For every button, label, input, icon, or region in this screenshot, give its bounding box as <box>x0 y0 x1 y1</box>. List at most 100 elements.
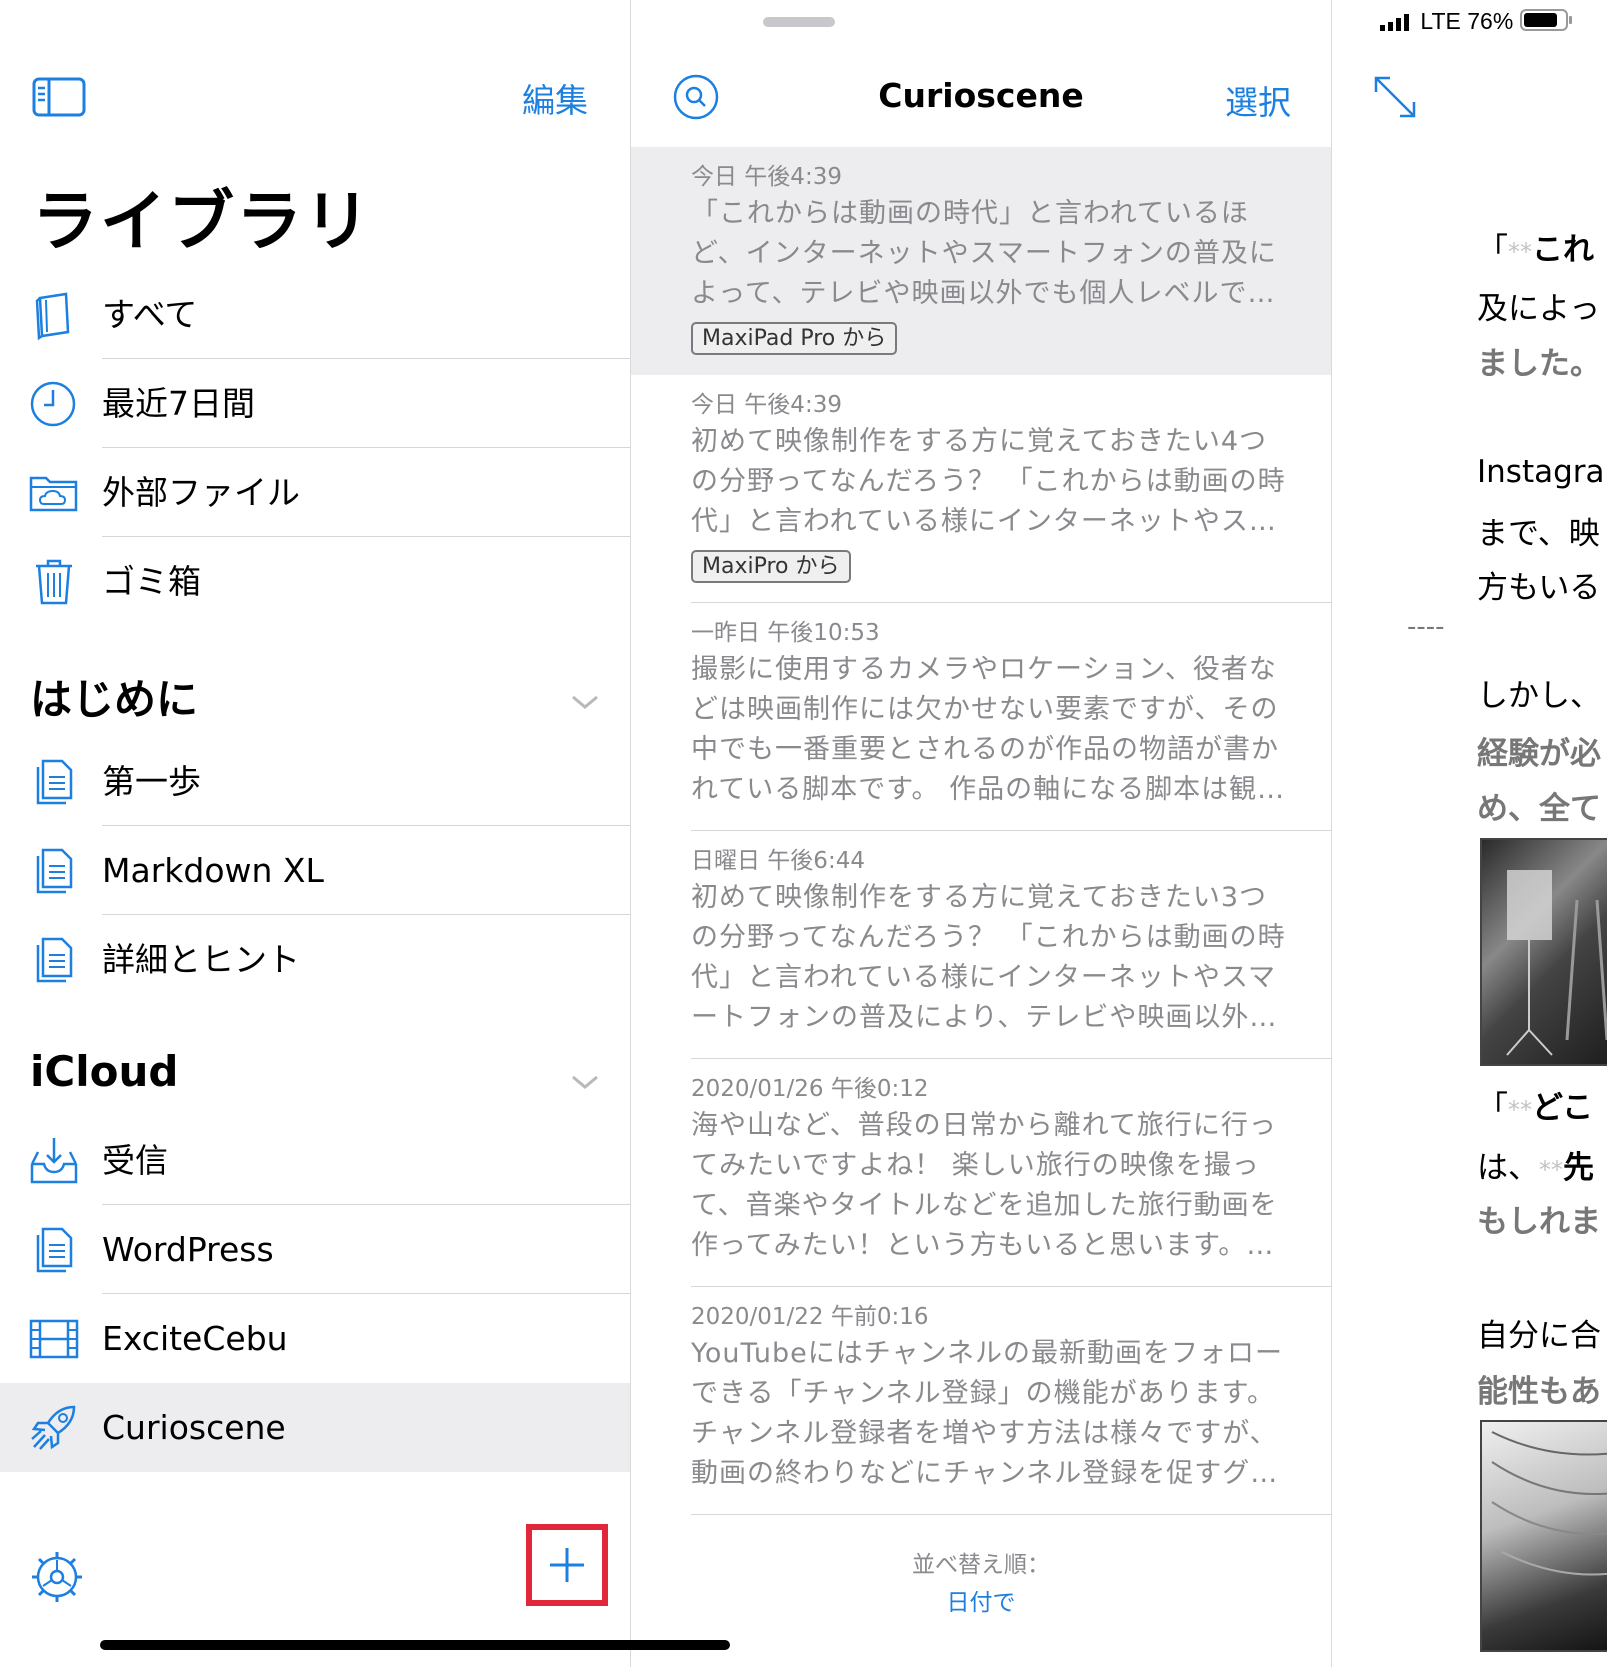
sidebar-item-details-tips[interactable]: 詳細とヒント <box>0 915 630 1004</box>
library-list: すべて 最近7日間 外部ファイル ゴミ箱 <box>0 270 630 626</box>
getting-started-list: 第一歩 Markdown XL 詳細とヒント <box>0 737 630 1004</box>
sort-control[interactable]: 並べ替え順： 日付で <box>631 1545 1331 1617</box>
note-list-pane: Curioscene 選択 今日 午後4:39 「これからは動画の時代」と言われ… <box>631 0 1332 1667</box>
sidebar-item-label: 受信 <box>102 1141 168 1180</box>
network-label: LTE <box>1420 8 1461 35</box>
sidebar-item-label: ExciteCebu <box>102 1319 288 1358</box>
section-header-icloud: iCloud <box>30 1047 179 1096</box>
sidebar-item-label: ゴミ箱 <box>102 562 201 601</box>
select-button[interactable]: 選択 <box>1225 76 1291 124</box>
note-item[interactable]: 今日 午後4:39 初めて映像制作をする方に覚えておきたい4つの分野ってなんだろ… <box>631 375 1331 603</box>
sidebar-item-label: すべて <box>102 295 198 334</box>
inbox-icon <box>28 1134 82 1188</box>
rocket-icon <box>28 1401 82 1455</box>
note-item[interactable]: 2020/01/22 午前0:16 YouTubeにはチャンネルの最新動画をフォ… <box>631 1287 1331 1515</box>
document-icon <box>28 844 82 898</box>
sidebar-item-label: WordPress <box>102 1230 274 1269</box>
gear-icon[interactable] <box>30 1550 84 1604</box>
note-list: 今日 午後4:39 「これからは動画の時代」と言われているほど、インターネットや… <box>631 147 1331 1515</box>
note-date: 日曜日 午後6:44 <box>691 848 865 874</box>
cloud-folder-icon <box>28 466 82 520</box>
note-item[interactable]: 今日 午後4:39 「これからは動画の時代」と言われているほど、インターネットや… <box>631 147 1331 375</box>
plus-icon <box>550 1548 584 1582</box>
editor-line[interactable]: 能性もあ <box>1477 1366 1601 1411</box>
note-preview: 「これからは動画の時代」と言われているほど、インターネットやスマートフォンの普及… <box>691 198 1277 309</box>
note-preview: 撮影に使用するカメラやロケーション、役者などは映画制作には欠かせない要素ですが、… <box>691 654 1286 805</box>
divider <box>691 1514 1331 1515</box>
editor-line[interactable]: 「**どこ <box>1477 1082 1593 1127</box>
expand-icon[interactable] <box>1372 74 1418 120</box>
sidebar-item-excitecebu[interactable]: ExciteCebu <box>0 1294 630 1383</box>
sidebar-item-label: 外部ファイル <box>102 473 300 512</box>
note-item[interactable]: 2020/01/26 午後0:12 海や山など、普段の日常から離れて旅行に行って… <box>631 1059 1331 1287</box>
sort-label: 並べ替え順： <box>912 1552 1050 1578</box>
note-date: 一昨日 午後10:53 <box>691 620 880 646</box>
note-item[interactable]: 日曜日 午後6:44 初めて映像制作をする方に覚えておきたい3つの分野ってなんだ… <box>631 831 1331 1059</box>
icloud-list: 受信 WordPress ExciteCebu Curioscene <box>0 1116 630 1472</box>
sidebar-item-markdown-xl[interactable]: Markdown XL <box>0 826 630 915</box>
film-icon <box>28 1312 82 1366</box>
document-icon <box>28 1223 82 1277</box>
note-source-tag: MaxiPad Pro から <box>691 322 898 355</box>
editor-line[interactable]: もしれま <box>1477 1196 1601 1241</box>
note-preview: 海や山など、普段の日常から離れて旅行に行ってみたいですよね！ 楽しい旅行の映像を… <box>691 1110 1278 1261</box>
sidebar-item-wordpress[interactable]: WordPress <box>0 1205 630 1294</box>
note-preview: YouTubeにはチャンネルの最新動画をフォローできる「チャンネル登録」の機能が… <box>691 1338 1283 1489</box>
note-date: 2020/01/26 午後0:12 <box>691 1076 929 1102</box>
editor-line[interactable]: しかし、 <box>1477 670 1601 715</box>
battery-icon <box>1519 8 1574 38</box>
note-date: 今日 午後4:39 <box>691 392 842 418</box>
editor-line[interactable]: まで、映 <box>1477 508 1600 553</box>
sidebar-item-inbox[interactable]: 受信 <box>0 1116 630 1205</box>
section-header-getting-started: はじめに <box>30 675 199 724</box>
sidebar-item-first-step[interactable]: 第一歩 <box>0 737 630 826</box>
sidebar-item-all[interactable]: すべて <box>0 270 630 359</box>
add-note-button[interactable] <box>526 1524 608 1606</box>
sidebar-item-curioscene[interactable]: Curioscene <box>0 1383 630 1472</box>
script-pages-image <box>1480 1420 1607 1652</box>
library-title: ライブラリ <box>32 183 372 260</box>
sidebar-item-trash[interactable]: ゴミ箱 <box>0 537 630 626</box>
sidebar-item-label: 第一歩 <box>102 762 201 801</box>
sidebar-item-label: 最近7日間 <box>102 384 255 423</box>
document-icon <box>28 933 82 987</box>
editor-line[interactable]: は、**先 <box>1477 1142 1594 1187</box>
editor-line[interactable]: 及によっ <box>1477 283 1600 328</box>
drag-handle[interactable] <box>763 17 835 27</box>
sidebar-item-label: 詳細とヒント <box>102 940 300 979</box>
note-preview: 初めて映像制作をする方に覚えておきたい4つの分野ってなんだろう？ 「これからは動… <box>691 426 1286 537</box>
sidebar-item-external[interactable]: 外部ファイル <box>0 448 630 537</box>
sidebar: 編集 ライブラリ すべて 最近7日間 外部ファイル ゴミ箱 はじめに 第一歩 M… <box>0 0 631 1667</box>
chevron-down-icon[interactable] <box>570 692 600 712</box>
editor-line[interactable]: め、全て <box>1477 783 1601 828</box>
trash-icon <box>28 555 82 609</box>
sidebar-toggle-icon[interactable] <box>32 77 86 117</box>
document-icon <box>28 755 82 809</box>
status-bar: LTE 76% <box>1380 8 1574 38</box>
editor-pane: LTE 76% 「**これ 及によっ ました。 Instagrar まで、映 方… <box>1332 0 1607 1667</box>
note-date: 2020/01/22 午前0:16 <box>691 1304 929 1330</box>
edit-button[interactable]: 編集 <box>522 74 588 122</box>
battery-percent: 76% <box>1467 8 1514 35</box>
editor-line[interactable]: 自分に合 <box>1477 1310 1601 1355</box>
note-date: 今日 午後4:39 <box>691 164 842 190</box>
sort-value[interactable]: 日付で <box>631 1583 1331 1617</box>
sidebar-item-label: Curioscene <box>102 1408 286 1447</box>
editor-line[interactable]: 「**これ <box>1477 224 1594 269</box>
editor-line[interactable]: Instagrar <box>1477 454 1607 490</box>
chevron-down-icon[interactable] <box>570 1072 600 1092</box>
sidebar-item-recent[interactable]: 最近7日間 <box>0 359 630 448</box>
editor-line[interactable]: 経験が必 <box>1477 728 1601 773</box>
editor-line[interactable]: 方もいる <box>1477 562 1600 607</box>
sidebar-item-label: Markdown XL <box>102 851 324 890</box>
home-indicator[interactable] <box>100 1640 730 1650</box>
editor-hr[interactable]: ---- <box>1407 612 1445 642</box>
signal-icon <box>1380 10 1414 37</box>
book-icon <box>28 288 82 342</box>
note-source-tag: MaxiPro から <box>691 550 851 583</box>
note-preview: 初めて映像制作をする方に覚えておきたい3つの分野ってなんだろう？ 「これからは動… <box>691 882 1286 1033</box>
note-item[interactable]: 一昨日 午後10:53 撮影に使用するカメラやロケーション、役者などは映画制作に… <box>631 603 1331 831</box>
editor-line[interactable]: ました。 <box>1477 338 1601 383</box>
studio-photo-image <box>1480 838 1607 1066</box>
clock-icon <box>28 377 82 431</box>
